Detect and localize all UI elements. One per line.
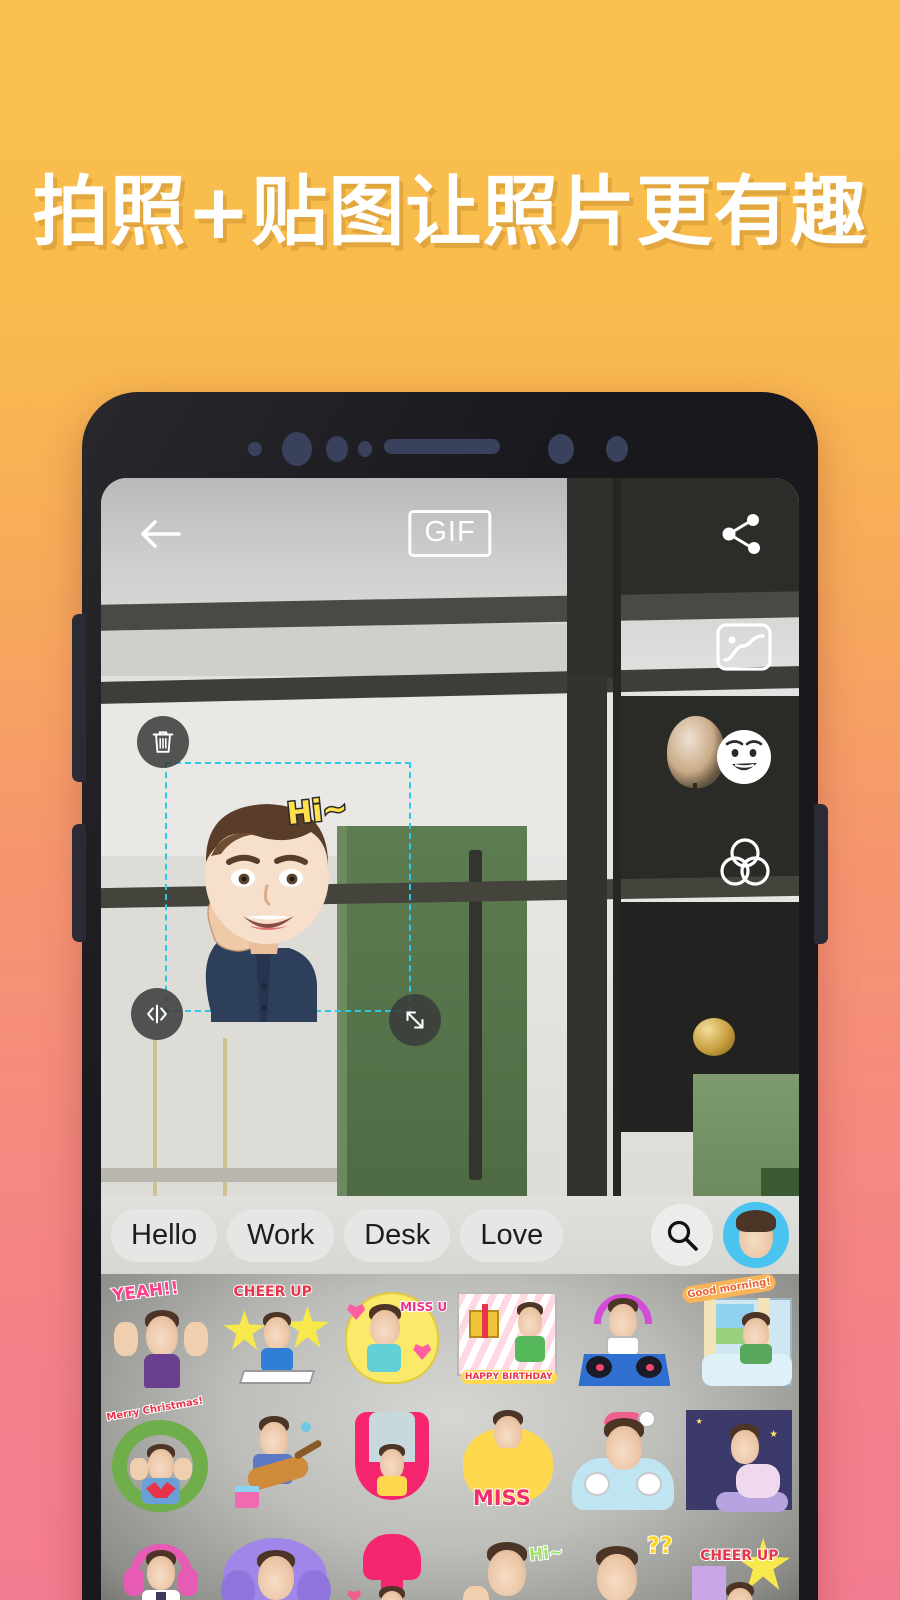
sensor-dot-5 <box>606 436 628 462</box>
sticker-item[interactable]: CHEER UP <box>219 1278 335 1394</box>
sticker-caption: MISS <box>472 1485 532 1511</box>
back-arrow-icon[interactable] <box>139 514 183 554</box>
geode-stand-stem <box>693 783 697 843</box>
sticker-item[interactable]: U <box>334 1402 450 1518</box>
power-button[interactable] <box>814 804 828 944</box>
sticker-caption: Hi~ <box>527 1541 565 1566</box>
sticker-caption: CHEER UP <box>232 1283 312 1301</box>
sticker-item[interactable]: Hi~ <box>450 1526 566 1600</box>
sticker-grid-row-3: Hi~ ?? CHEER UP <box>101 1522 799 1600</box>
shelf-post-2 <box>567 674 607 1196</box>
smiley-face-icon[interactable] <box>715 728 773 786</box>
sticker-caption: MISS U <box>399 1299 448 1315</box>
floor-edge <box>101 1168 337 1182</box>
sensor-dot-2 <box>326 436 348 462</box>
sticker-caption: ?? <box>646 1533 673 1560</box>
sticker-item[interactable] <box>566 1278 682 1394</box>
sticker-item[interactable]: YEAH!! <box>103 1277 219 1394</box>
sensor-dot-1 <box>248 442 262 456</box>
editor-topbar: GIF <box>101 478 799 588</box>
sticker-grid-row-2: Merry Christmas! MISS <box>101 1395 799 1522</box>
sticker-tray[interactable]: YEAH!! CHEER UP MISS U HAPPY BIRTHDAY Go… <box>101 1274 799 1600</box>
resize-diagonal-icon[interactable] <box>389 994 441 1046</box>
assistant-button[interactable] <box>72 824 86 942</box>
phone-bezel-top <box>82 392 818 478</box>
sensor-dot-3 <box>358 441 372 457</box>
sticker-item[interactable]: Merry Christmas! <box>103 1395 219 1518</box>
chip-hello[interactable]: Hello <box>111 1208 218 1262</box>
wall-band <box>101 624 567 676</box>
sticker-caption: HAPPY BIRTHDAY <box>460 1370 557 1384</box>
sticker-item[interactable]: MISS U <box>334 1278 450 1394</box>
sticker-item[interactable] <box>681 1402 797 1518</box>
green-strip <box>761 1168 799 1196</box>
sticker-item[interactable]: CHEER UP <box>681 1526 797 1600</box>
volume-button[interactable] <box>72 614 86 782</box>
share-icon[interactable] <box>717 510 765 558</box>
image-icon[interactable] <box>715 622 773 672</box>
sticker-item[interactable]: HAPPY BIRTHDAY <box>450 1278 566 1394</box>
promo-headline: 拍照+贴图让照片更有趣 <box>32 167 868 256</box>
user-avatar[interactable] <box>723 1202 789 1268</box>
sticker-item[interactable] <box>334 1526 450 1600</box>
sticker-item[interactable] <box>103 1526 219 1600</box>
color-circles-icon[interactable] <box>717 834 773 890</box>
sticker-caption: YEAH!! <box>110 1277 181 1307</box>
gif-button[interactable]: GIF <box>408 510 492 557</box>
sticker-item[interactable]: ?? <box>566 1526 682 1600</box>
gold-ball-decor <box>693 1018 735 1056</box>
sticker-grid-row-1: YEAH!! CHEER UP MISS U HAPPY BIRTHDAY Go… <box>101 1274 799 1398</box>
sticker-item[interactable] <box>566 1402 682 1518</box>
earpiece-speaker <box>384 439 500 454</box>
chip-love[interactable]: Love <box>460 1208 564 1262</box>
sticker-selection-box[interactable]: Hi~ <box>165 762 411 1022</box>
sticker-caption: Hi~ <box>284 789 351 833</box>
sticker-item[interactable] <box>219 1526 335 1600</box>
front-camera <box>282 432 312 466</box>
chip-desk[interactable]: Desk <box>344 1208 451 1262</box>
category-chip-row[interactable]: Hello Work Desk Love <box>101 1196 799 1274</box>
avatar-hair <box>736 1210 776 1232</box>
geode-stand-base <box>673 840 719 845</box>
flip-horizontal-icon[interactable] <box>131 988 183 1040</box>
trash-icon[interactable] <box>137 716 189 768</box>
sticker-item[interactable] <box>219 1402 335 1518</box>
sticker-caption: CHEER UP <box>699 1547 779 1565</box>
phone-screen: GIF Hi~ Hello Work Desk Love YEAH!! CHEE… <box>101 478 799 1600</box>
phone-mockup: GIF Hi~ Hello Work Desk Love YEAH!! CHEE… <box>72 392 828 1600</box>
sensor-dot-4 <box>548 434 574 464</box>
sticker-item[interactable]: MISS <box>450 1402 566 1518</box>
photo-canvas[interactable]: GIF Hi~ <box>101 478 799 1196</box>
sticker-item[interactable]: Good morning! <box>681 1274 797 1394</box>
chip-work[interactable]: Work <box>227 1208 335 1262</box>
search-icon[interactable] <box>651 1204 713 1266</box>
